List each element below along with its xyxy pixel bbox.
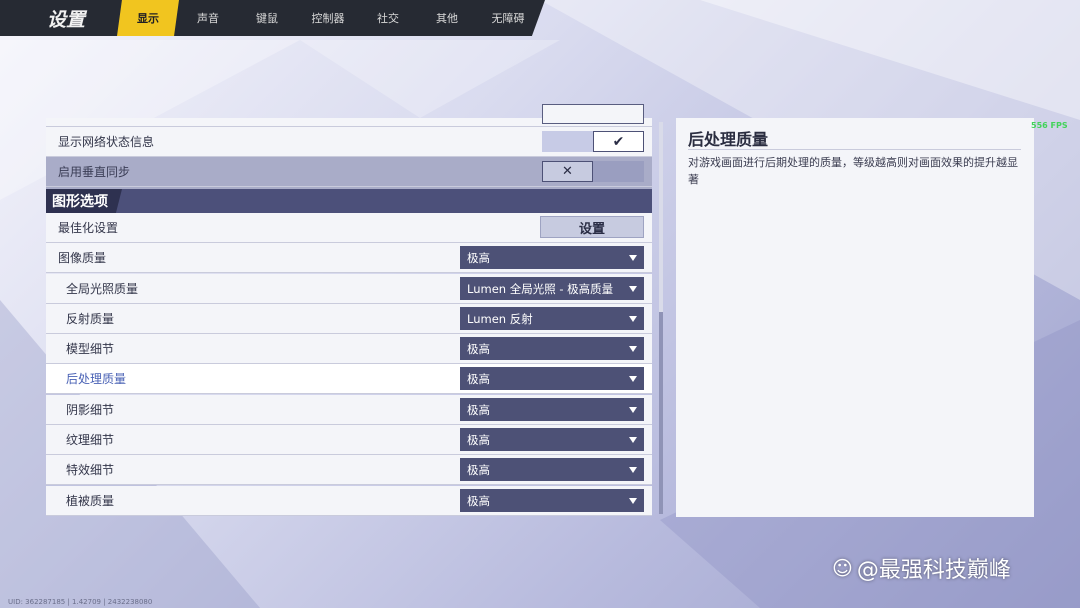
watermark: ☺ @最强科技巅峰 [832, 552, 1011, 584]
toggle-partial[interactable] [542, 104, 644, 124]
vsync-toggle[interactable]: ✕ [542, 161, 644, 182]
settings-row-reflection-quality: 反射质量 Lumen 反射 [46, 304, 652, 334]
settings-row-partial [46, 104, 652, 127]
chevron-down-icon [629, 437, 637, 443]
scrollbar-thumb[interactable] [659, 312, 663, 514]
toggle-off-side [542, 131, 593, 152]
settings-panel: 显示网络状态信息 ✔ 启用垂直同步 ✕ 图形选项 最佳化设置 设置 图像质量 极… [46, 104, 652, 516]
optimize-settings-button[interactable]: 设置 [540, 216, 644, 238]
row-label: 图像质量 [58, 251, 107, 265]
row-label: 最佳化设置 [58, 221, 119, 235]
toggle-on-side [593, 161, 644, 182]
close-icon: ✕ [562, 164, 573, 179]
chevron-down-icon [629, 316, 637, 322]
toggle-on-side: ✔ [593, 131, 644, 152]
dropdown-value: 极高 [467, 250, 490, 265]
graphics-section-header: 图形选项 [46, 189, 652, 213]
tab-controller[interactable]: 控制器 [297, 0, 359, 36]
effects-detail-dropdown[interactable]: 极高 [460, 458, 644, 481]
build-info: UID: 362287185 | 1.42709 | 2432238080 [8, 598, 153, 606]
dropdown-value: 极高 [467, 402, 490, 417]
settings-row-post-processing: 后处理质量 极高 [46, 364, 652, 394]
dropdown-value: 极高 [467, 371, 490, 386]
settings-row-texture-detail: 纹理细节 极高 [46, 425, 652, 455]
reflection-quality-dropdown[interactable]: Lumen 反射 [460, 307, 644, 330]
post-processing-dropdown[interactable]: 极高 [460, 367, 644, 390]
row-label: 模型细节 [66, 342, 115, 356]
tab-sound[interactable]: 声音 [179, 0, 237, 36]
tab-social[interactable]: 社交 [359, 0, 417, 36]
weibo-icon: ☺ [832, 556, 853, 580]
tab-accessibility[interactable]: 无障碍 [477, 0, 539, 36]
texture-detail-dropdown[interactable]: 极高 [460, 428, 644, 451]
foliage-quality-dropdown[interactable]: 极高 [460, 489, 644, 512]
row-label: 后处理质量 [66, 372, 127, 386]
top-navigation-bar: 设置 显示 声音 键鼠 控制器 社交 其他 无障碍 [0, 0, 545, 36]
description-panel: 后处理质量 对游戏画面进行后期处理的质量，等级越高则对画面效果的提升越显著 [676, 118, 1034, 517]
row-label: 纹理细节 [66, 433, 115, 447]
model-detail-dropdown[interactable]: 极高 [460, 337, 644, 360]
chevron-down-icon [629, 376, 637, 382]
network-status-toggle[interactable]: ✔ [542, 131, 644, 152]
gi-quality-dropdown[interactable]: Lumen 全局光照 - 极高质量 [460, 277, 644, 300]
tab-other[interactable]: 其他 [417, 0, 477, 36]
chevron-down-icon [629, 255, 637, 261]
settings-row-model-detail: 模型细节 极高 [46, 334, 652, 364]
tab-keyboard-mouse[interactable]: 键鼠 [237, 0, 297, 36]
description-text: 对游戏画面进行后期处理的质量，等级越高则对画面效果的提升越显著 [688, 156, 1018, 186]
settings-row-vsync: 启用垂直同步 ✕ [46, 157, 652, 187]
row-label: 显示网络状态信息 [58, 135, 155, 149]
settings-row-optimize: 最佳化设置 设置 [46, 213, 652, 243]
description-title: 后处理质量 [688, 130, 769, 149]
row-label: 特效细节 [66, 463, 115, 477]
chevron-down-icon [629, 407, 637, 413]
settings-row-image-quality: 图像质量 极高 [46, 243, 652, 273]
row-label: 植被质量 [66, 494, 115, 508]
fps-counter: 556 FPS [1031, 121, 1068, 130]
checkmark-icon: ✔ [612, 133, 625, 150]
settings-row-effects-detail: 特效细节 极高 [46, 455, 652, 485]
row-label: 启用垂直同步 [58, 165, 131, 179]
row-label: 反射质量 [66, 312, 115, 326]
settings-row-foliage-quality: 植被质量 极高 [46, 486, 652, 516]
watermark-text: @最强科技巅峰 [856, 558, 1011, 583]
dropdown-value: 极高 [467, 462, 490, 477]
toggle-off-side: ✕ [542, 161, 593, 182]
divider [688, 149, 1021, 150]
tab-display[interactable]: 显示 [117, 0, 179, 36]
section-title: 图形选项 [46, 189, 122, 213]
settings-title: 设置 [47, 8, 86, 31]
dropdown-value: 极高 [467, 493, 490, 508]
image-quality-dropdown[interactable]: 极高 [460, 246, 644, 269]
dropdown-value: 极高 [467, 341, 490, 356]
chevron-down-icon [629, 467, 637, 473]
dropdown-value: Lumen 全局光照 - 极高质量 [467, 281, 614, 296]
settings-row-network-status: 显示网络状态信息 ✔ [46, 127, 652, 157]
dropdown-value: 极高 [467, 432, 490, 447]
chevron-down-icon [629, 286, 637, 292]
chevron-down-icon [629, 346, 637, 352]
row-label: 阴影细节 [66, 403, 115, 417]
settings-row-gi-quality: 全局光照质量 Lumen 全局光照 - 极高质量 [46, 274, 652, 304]
dropdown-value: Lumen 反射 [467, 311, 533, 326]
shadow-detail-dropdown[interactable]: 极高 [460, 398, 644, 421]
chevron-down-icon [629, 498, 637, 504]
row-label: 全局光照质量 [66, 282, 139, 296]
settings-row-shadow-detail: 阴影细节 极高 [46, 395, 652, 425]
